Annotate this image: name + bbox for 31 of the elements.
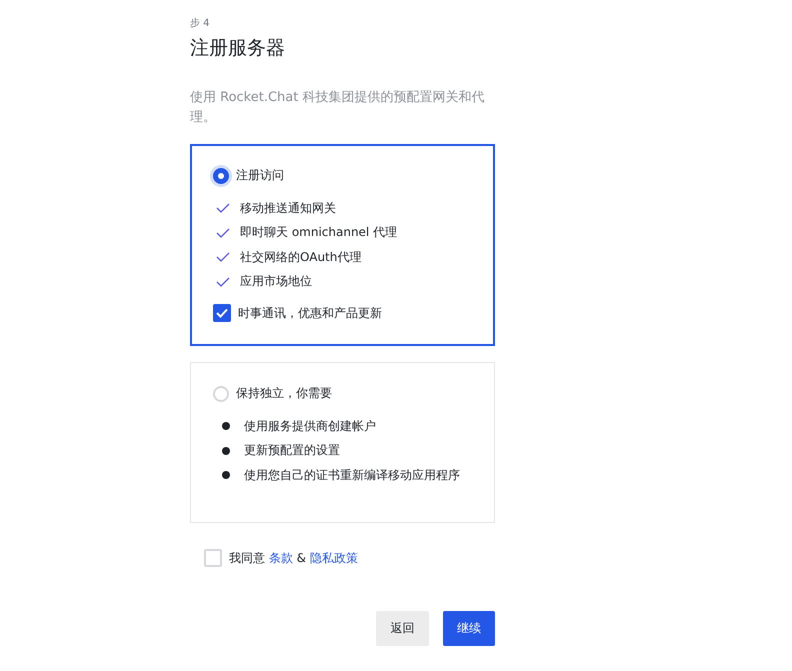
checkmark-icon: [216, 203, 230, 214]
feature-text: 更新预配置的设置: [244, 442, 340, 460]
continue-button[interactable]: 继续: [443, 611, 495, 646]
description: 使用 Rocket.Chat 科技集团提供的预配置网关和代理。: [190, 89, 486, 127]
page-title: 注册服务器: [190, 36, 286, 61]
feature-text: 应用市场地位: [240, 273, 312, 290]
checkmark-icon: [216, 252, 230, 262]
bullet-icon: [222, 471, 230, 480]
bullet-icon: [222, 422, 230, 430]
step-label: 步 4: [190, 17, 211, 31]
newsletter-label: 时事通讯，优惠和产品更新: [238, 304, 382, 322]
feature-text: 使用您自己的证书重新编译移动应用程序: [244, 466, 460, 484]
option-label: 保持独立，你需要: [236, 385, 332, 402]
agree-checkbox[interactable]: [204, 549, 222, 567]
checkmark-icon: [216, 308, 228, 318]
feature-text: 社交网络的OAuth代理: [240, 248, 362, 266]
agreement-text: 我同意 条款 & 隐私政策: [229, 550, 358, 566]
feature-text: 移动推送通知网关: [240, 200, 336, 217]
option-label: 注册访问: [236, 167, 284, 184]
feature-text: 使用服务提供商创建帐户: [244, 418, 376, 435]
bullet-icon: [222, 446, 230, 455]
radio-button[interactable]: [213, 168, 229, 184]
option-card[interactable]: 保持独立，你需要 使用服务提供商创建帐户 更新预配置的设置 使用您自己的证书重新编译移动应用程序: [190, 362, 495, 523]
checkmark-icon: [216, 228, 230, 238]
newsletter-checkbox[interactable]: [213, 304, 231, 322]
option-card[interactable]: 注册访问 移动推送通知网关 即时聊天 omnichannel 代理 社交网络的OAuth代理 应用市场地位 时事通讯，优惠和产品更新: [190, 144, 495, 346]
feature-text: 即时聊天 omnichannel 代理: [240, 224, 398, 242]
back-button[interactable]: 返回: [376, 611, 429, 646]
privacy-link[interactable]: 隐私政策: [310, 550, 358, 564]
terms-link[interactable]: 条款: [268, 550, 293, 564]
checkmark-icon: [216, 276, 230, 287]
